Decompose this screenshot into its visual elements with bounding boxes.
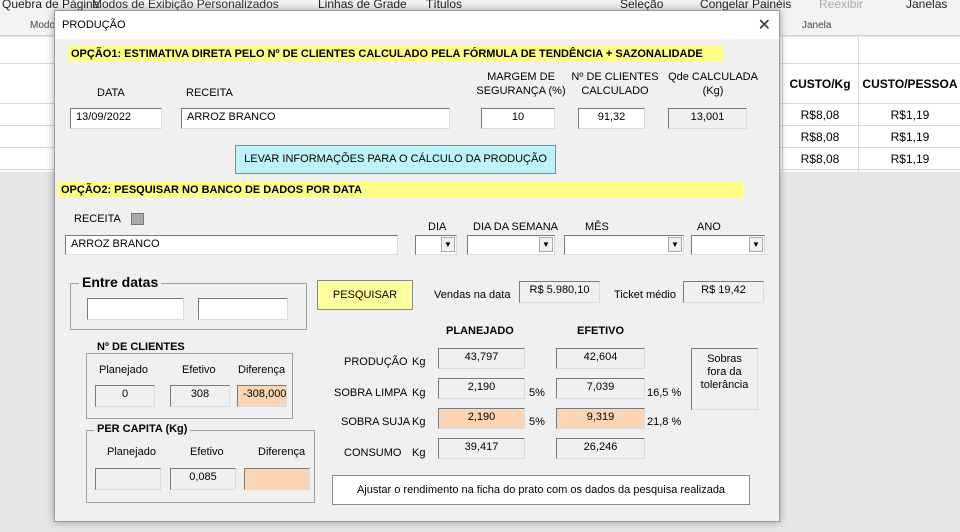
search-button[interactable]: PESQUISAR — [317, 280, 413, 310]
month-select[interactable]: ▼ — [564, 235, 684, 255]
group-mode-label: Modo — [30, 20, 56, 31]
margin-label-1: MARGEM DE — [487, 71, 555, 83]
option2-banner: OPÇÃO2: PESQUISAR NO BANCO DE DADOS POR … — [58, 182, 744, 198]
send-info-button[interactable]: LEVAR INFORMAÇÕES PARA O CÁLCULO DA PROD… — [235, 145, 556, 174]
clients-planned-label: Planejado — [99, 364, 148, 376]
adjust-yield-button[interactable]: Ajustar o rendimento na ficha do prato c… — [332, 475, 750, 505]
sales-field: R$ 5.980,10 — [519, 281, 600, 303]
cell-cost-kg[interactable]: R$8,08 — [784, 130, 856, 144]
production-actual: 42,604 — [556, 348, 645, 369]
dirty-leftover-label: SOBRA SUJA — [341, 416, 411, 428]
planned-header: PLANEJADO — [446, 325, 514, 337]
recipe-search-field[interactable]: ARROZ BRANCO — [65, 235, 398, 255]
qty-label-2: (Kg) — [702, 85, 724, 97]
sales-label: Vendas na data — [434, 289, 511, 301]
per-capita-diff-label: Diferença — [258, 446, 306, 458]
end-date-field[interactable] — [198, 298, 288, 320]
margin-field[interactable]: 10 — [481, 108, 555, 129]
year-label: ANO — [697, 221, 721, 233]
tolerance-line-3: tolerância — [700, 379, 749, 391]
cell-cost-person[interactable]: R$1,19 — [860, 130, 960, 144]
per-capita-frame-title: PER CAPITA (Kg) — [94, 423, 191, 435]
recipe-label: RECEITA — [186, 87, 233, 99]
clean-leftover-actual: 7,039 — [556, 378, 645, 399]
chevron-down-icon[interactable]: ▼ — [668, 237, 682, 252]
per-capita-diff-field — [244, 468, 310, 490]
consumption-actual: 26,246 — [556, 438, 645, 459]
date-label: DATA — [97, 87, 125, 99]
dirty-leftover-actual: 9,319 — [556, 408, 645, 429]
cell-cost-kg[interactable]: R$8,08 — [784, 108, 856, 122]
qty-label-1: Qde CALCULADA — [668, 71, 758, 83]
windows-button[interactable]: Janelas — [906, 0, 947, 11]
cell-cost-person[interactable]: R$1,19 — [860, 108, 960, 122]
unhide-button[interactable]: Reexibir — [819, 0, 863, 11]
day-select[interactable]: ▼ — [415, 235, 457, 255]
clients-field[interactable]: 91,32 — [578, 108, 645, 129]
actual-header: EFETIVO — [577, 325, 625, 337]
production-dialog: PRODUÇÃO ✕ OPÇÃO1: ESTIMATIVA DIRETA PEL… — [54, 10, 780, 522]
cell-cost-kg[interactable]: R$8,08 — [784, 152, 856, 166]
weekday-select[interactable]: ▼ — [467, 235, 555, 255]
dialog-title: PRODUÇÃO — [62, 19, 126, 31]
dialog-titlebar[interactable]: PRODUÇÃO ✕ — [55, 11, 779, 39]
clean-leftover-planned-pct: 5% — [529, 387, 545, 399]
clients-label-2: CALCULADO — [581, 85, 649, 97]
production-label: PRODUÇÃO — [344, 356, 408, 368]
clients-diff-field: -308,000 — [237, 385, 287, 407]
per-capita-actual-label: Efetivo — [190, 446, 224, 458]
recipe-toggle[interactable] — [131, 213, 144, 225]
chevron-down-icon[interactable]: ▼ — [539, 237, 553, 252]
clients-actual-field: 308 — [170, 385, 230, 407]
tolerance-line-1: Sobras — [707, 353, 742, 365]
dirty-leftover-actual-pct: 21,8 % — [647, 416, 682, 428]
clean-leftover-actual-pct: 16,5 % — [647, 387, 682, 399]
date-field[interactable]: 13/09/2022 — [70, 108, 162, 129]
recipe-search-label: RECEITA — [74, 213, 121, 225]
clients-label-1: Nº DE CLIENTES — [571, 71, 659, 83]
clients-planned-field: 0 — [95, 385, 155, 407]
header-cost-kg[interactable]: CUSTO/Kg — [784, 77, 856, 91]
group-window-label: Janela — [802, 20, 832, 31]
option1-banner: OPÇÃO1: ESTIMATIVA DIRETA PELO Nº DE CLI… — [68, 46, 724, 62]
dirty-leftover-planned: 2,190 — [438, 408, 525, 429]
weekday-label: DIA DA SEMANA — [473, 221, 558, 233]
cell-cost-person[interactable]: R$1,19 — [860, 152, 960, 166]
clients-actual-label: Efetivo — [182, 364, 216, 376]
per-capita-actual-field: 0,085 — [170, 468, 236, 490]
ticket-label: Ticket médio — [614, 289, 676, 301]
qty-field: 13,001 — [668, 108, 747, 129]
clean-leftover-planned: 2,190 — [438, 378, 525, 399]
clean-leftover-unit: Kg — [412, 387, 426, 399]
production-unit: Kg — [412, 356, 426, 368]
tolerance-box: Sobras fora da tolerância — [691, 348, 758, 410]
chevron-down-icon[interactable]: ▼ — [749, 237, 763, 252]
header-cost-person[interactable]: CUSTO/PESSOA — [860, 77, 960, 91]
close-icon[interactable]: ✕ — [758, 15, 771, 35]
consumption-unit: Kg — [412, 447, 426, 459]
consumption-label: CONSUMO — [344, 447, 402, 459]
ticket-field: R$ 19,42 — [683, 281, 764, 303]
dirty-leftover-unit: Kg — [412, 416, 426, 428]
clients-diff-label: Diferença — [238, 364, 286, 376]
per-capita-planned-label: Planejado — [107, 446, 156, 458]
chevron-down-icon[interactable]: ▼ — [441, 237, 455, 252]
month-label: MÊS — [585, 221, 609, 233]
between-dates-title: Entre datas — [79, 274, 162, 290]
production-planned: 43,797 — [438, 348, 525, 369]
dirty-leftover-planned-pct: 5% — [529, 416, 545, 428]
tolerance-line-2: fora da — [707, 366, 742, 378]
consumption-planned: 39,417 — [438, 438, 525, 459]
day-label: DIA — [428, 221, 447, 233]
clean-leftover-label: SOBRA LIMPA — [334, 387, 408, 399]
clients-frame-title: Nº DE CLIENTES — [94, 341, 188, 353]
margin-label-2: SEGURANÇA (%) — [476, 85, 566, 97]
start-date-field[interactable] — [87, 298, 184, 320]
per-capita-frame — [86, 430, 315, 503]
year-select[interactable]: ▼ — [691, 235, 765, 255]
per-capita-planned-field — [95, 468, 161, 490]
recipe-field[interactable]: ARROZ BRANCO — [181, 108, 450, 129]
